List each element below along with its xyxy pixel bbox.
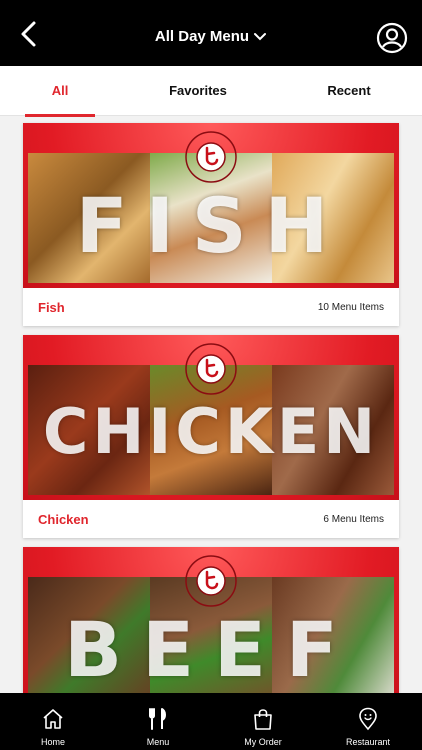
category-banner: CHICKEN: [23, 335, 399, 500]
nav-home[interactable]: Home: [13, 693, 93, 750]
category-footer: Chicken 6 Menu Items: [23, 500, 399, 538]
category-banner: BEEF: [23, 547, 399, 693]
restaurant-logo: [185, 343, 237, 395]
nav-menu[interactable]: Menu: [118, 693, 198, 750]
user-circle-icon[interactable]: [376, 22, 408, 54]
tab-recent[interactable]: Recent: [304, 66, 394, 116]
filter-tabs: All Favorites Recent: [0, 66, 422, 117]
category-name: Chicken: [38, 512, 89, 527]
category-name: Fish: [38, 300, 65, 315]
nav-label: My Order: [244, 737, 282, 747]
nav-my-order[interactable]: My Order: [223, 693, 303, 750]
chevron-down-icon: [254, 33, 267, 41]
bottom-nav: Home Menu My Order Restaurant: [0, 693, 422, 750]
tab-favorites[interactable]: Favorites: [148, 66, 248, 116]
banner-word: FISH: [75, 181, 347, 270]
nav-label: Menu: [146, 737, 170, 747]
nav-label: Restaurant: [345, 737, 391, 747]
category-card-fish[interactable]: FISH Fish 10 Menu Items: [23, 123, 399, 326]
page-title: All Day Menu: [154, 28, 250, 45]
category-card-chicken[interactable]: CHICKEN Chicken 6 Menu Items: [23, 335, 399, 538]
category-banner: FISH: [23, 123, 399, 288]
menu-selector[interactable]: All Day Menu: [0, 28, 422, 45]
tab-all[interactable]: All: [25, 66, 95, 117]
category-card-beef[interactable]: BEEF: [23, 547, 399, 693]
menu-item-count: 10 Menu Items: [317, 302, 384, 313]
shopping-bag-icon: [254, 709, 272, 730]
menu-item-count: 6 Menu Items: [323, 514, 384, 525]
banner-word: BEEF: [64, 605, 358, 693]
nav-label: Home: [40, 737, 65, 747]
top-bar: All Day Menu: [0, 0, 422, 66]
nav-restaurant[interactable]: Restaurant: [328, 693, 408, 750]
category-footer: Fish 10 Menu Items: [23, 288, 399, 326]
category-list: FISH Fish 10 Menu Items CHICKEN Chicken …: [0, 117, 422, 693]
fork-knife-icon: [149, 708, 166, 730]
restaurant-logo: [185, 555, 237, 607]
restaurant-logo: [185, 131, 237, 183]
location-pin-icon: [359, 707, 377, 731]
home-icon: [43, 709, 63, 729]
banner-word: CHICKEN: [42, 395, 380, 468]
